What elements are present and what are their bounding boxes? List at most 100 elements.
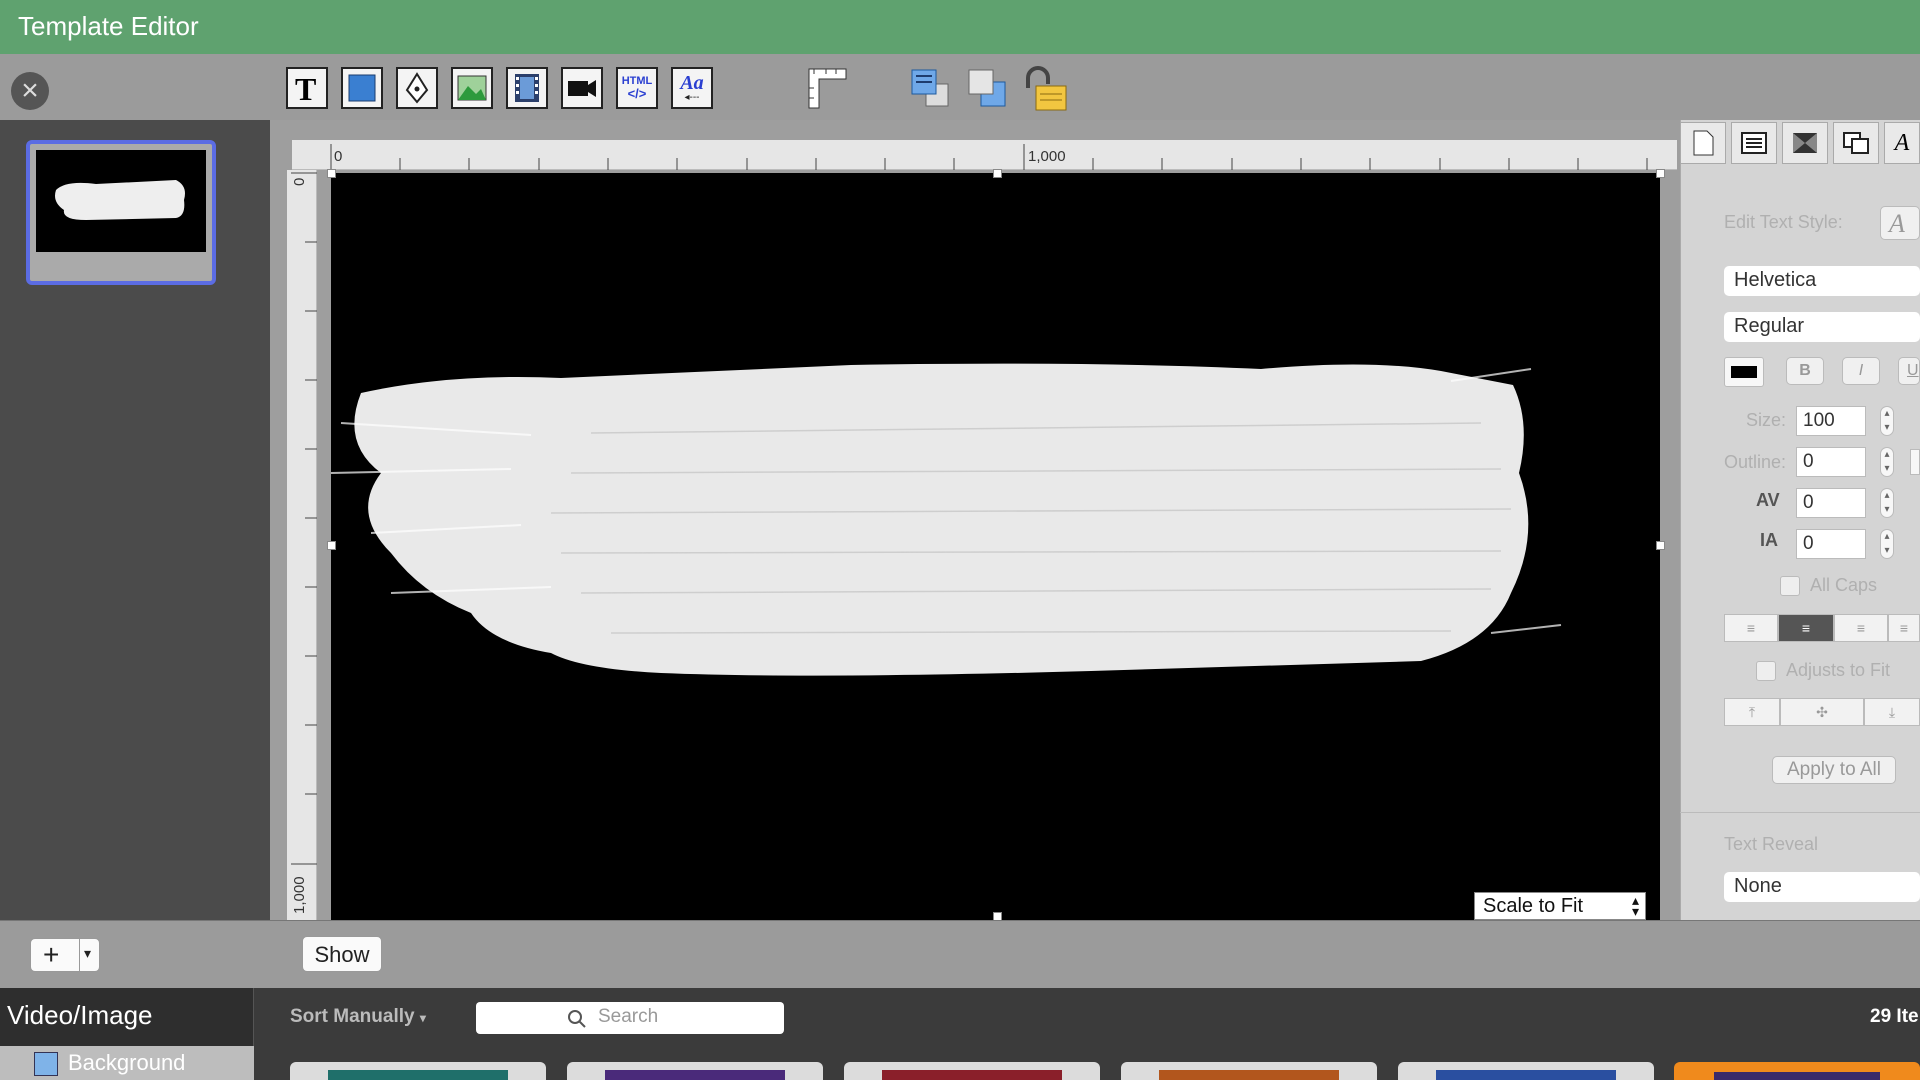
chevron-down-icon: ▾ xyxy=(419,1011,426,1025)
library-item-label: Background xyxy=(68,1050,186,1075)
window-title: Template Editor xyxy=(18,11,199,41)
text-reveal-label: Text Reveal xyxy=(1724,834,1819,854)
outline-label: Outline: xyxy=(1723,452,1786,472)
adjusts-to-fit-label: Adjusts to Fit xyxy=(1786,660,1891,680)
layout-tab-icon[interactable] xyxy=(1731,122,1777,164)
item-count: 29 Ite xyxy=(1870,1006,1919,1027)
font-style-value: Regular xyxy=(1734,315,1805,337)
close-icon[interactable]: × xyxy=(11,72,49,110)
font-family-select[interactable]: Helvetica xyxy=(1724,266,1920,296)
all-caps-checkbox[interactable] xyxy=(1780,576,1800,596)
resize-handle[interactable] xyxy=(993,169,1002,178)
font-family-value: Helvetica xyxy=(1734,269,1817,291)
library-thumbnail[interactable] xyxy=(1121,1062,1377,1080)
text-tool-icon[interactable]: T xyxy=(286,67,328,109)
kerning-icon: AV xyxy=(1756,490,1780,510)
underline-button[interactable]: U xyxy=(1898,357,1920,385)
valign-middle-button[interactable]: ✣ xyxy=(1780,698,1864,726)
library-thumbnail[interactable] xyxy=(1398,1062,1654,1080)
size-stepper[interactable]: ▴ ▾ xyxy=(1880,406,1894,436)
add-slide-button[interactable]: + ▾ xyxy=(30,938,100,972)
align-center-button[interactable]: ≡ xyxy=(1778,614,1834,642)
valign-bottom-button[interactable]: ⤓ xyxy=(1864,698,1920,726)
library-thumbnail[interactable] xyxy=(567,1062,823,1080)
template-canvas[interactable] xyxy=(331,173,1660,920)
search-placeholder: Search xyxy=(598,1006,659,1027)
align-left-button[interactable]: ≡ xyxy=(1724,614,1778,642)
bottom-bar xyxy=(0,920,1920,988)
shape-tool-icon[interactable] xyxy=(341,67,383,109)
arrange-tab-icon[interactable] xyxy=(1833,122,1879,164)
library-thumbnail[interactable] xyxy=(290,1062,546,1080)
aa-label: Aa xyxy=(680,72,704,94)
image-folder-icon xyxy=(34,1052,58,1076)
resize-handle[interactable] xyxy=(327,169,336,178)
sort-select-label: Sort Manually xyxy=(290,1006,415,1027)
slide-thumbnail-preview xyxy=(36,150,206,252)
plus-icon: + xyxy=(43,939,60,970)
search-input[interactable]: Search xyxy=(476,1002,784,1034)
kerning-field[interactable]: 0 xyxy=(1796,488,1866,518)
library-thumbnail-selected[interactable] xyxy=(1674,1062,1920,1080)
apply-to-all-button[interactable]: Apply to All xyxy=(1772,756,1896,784)
horizontal-ruler: 0 1,000 xyxy=(292,140,1677,170)
ruler-top-label: 1,000 xyxy=(1028,148,1066,165)
video-camera-tool-icon[interactable] xyxy=(561,67,603,109)
resize-handle[interactable] xyxy=(1656,169,1665,178)
inspector-panel xyxy=(1680,120,1920,920)
ruler-top-label: 0 xyxy=(334,148,343,165)
text-reveal-select[interactable]: None xyxy=(1724,872,1920,902)
all-caps-label: All Caps xyxy=(1810,575,1878,595)
text-reveal-value: None xyxy=(1734,875,1782,897)
outline-field[interactable]: 0 xyxy=(1796,447,1866,477)
image-tool-icon[interactable] xyxy=(451,67,493,109)
slide-thumbnail[interactable] xyxy=(26,140,216,285)
library-item-background[interactable]: Background xyxy=(0,1046,254,1080)
sort-select[interactable]: Sort Manually ▾ xyxy=(290,1006,426,1028)
leading-stepper[interactable]: ▴ ▾ xyxy=(1880,529,1894,559)
show-button[interactable]: Show xyxy=(302,936,382,972)
chevron-down-icon[interactable]: ▾ xyxy=(84,945,91,962)
size-field[interactable]: 100 xyxy=(1796,406,1866,436)
leading-icon: IA xyxy=(1760,530,1778,550)
valign-top-button[interactable]: ⤒ xyxy=(1724,698,1780,726)
html-tool-icon[interactable]: HTML </> xyxy=(616,67,658,109)
chevron-updown-icon: ▴ ▾ xyxy=(1631,892,1639,919)
ruler-left-label: 1,000 xyxy=(291,876,308,914)
kerning-stepper[interactable]: ▴ ▾ xyxy=(1880,488,1894,518)
size-label: Size: xyxy=(1745,410,1786,430)
text-style-tool-icon[interactable]: Aa ◂--- xyxy=(671,67,713,109)
italic-button[interactable]: I xyxy=(1842,357,1880,385)
send-backward-icon[interactable] xyxy=(965,66,1011,112)
scale-select-value: Scale to Fit xyxy=(1483,895,1584,917)
text-tab-icon[interactable]: A xyxy=(1884,122,1920,164)
edit-text-style-label: Edit Text Style: xyxy=(1724,212,1843,232)
ruler-toggle-icon[interactable] xyxy=(806,66,852,112)
brush-stroke-image[interactable] xyxy=(331,173,1660,920)
lock-icon[interactable] xyxy=(1022,64,1072,114)
library-section-title: Video/Image xyxy=(7,1000,153,1030)
divider xyxy=(1680,812,1920,813)
transition-tab-icon[interactable] xyxy=(1782,122,1828,164)
resize-handle[interactable] xyxy=(327,541,336,550)
pen-tool-icon[interactable] xyxy=(396,67,438,109)
align-justify-button[interactable]: ≡ xyxy=(1888,614,1920,642)
document-tab-icon[interactable] xyxy=(1680,122,1726,164)
adjusts-to-fit-checkbox[interactable] xyxy=(1756,661,1776,681)
search-icon xyxy=(568,1010,586,1028)
text-color-swatch[interactable] xyxy=(1724,357,1764,387)
ruler-left-label: 0 xyxy=(291,177,308,186)
align-right-button[interactable]: ≡ xyxy=(1834,614,1888,642)
text-style-preview-icon[interactable]: A xyxy=(1880,206,1920,240)
resize-handle[interactable] xyxy=(1656,541,1665,550)
bring-forward-icon[interactable] xyxy=(908,66,954,112)
library-thumbnail[interactable] xyxy=(844,1062,1100,1080)
bold-button[interactable]: B xyxy=(1786,357,1824,385)
title-bar: Template Editor xyxy=(0,0,1920,54)
leading-field[interactable]: 0 xyxy=(1796,529,1866,559)
film-tool-icon[interactable] xyxy=(506,67,548,109)
outline-stepper[interactable]: ▴ ▾ xyxy=(1880,447,1894,477)
font-style-select[interactable]: Regular xyxy=(1724,312,1920,342)
outline-color-swatch[interactable] xyxy=(1910,449,1920,475)
scale-select[interactable]: Scale to Fit ▴ ▾ xyxy=(1474,892,1646,920)
